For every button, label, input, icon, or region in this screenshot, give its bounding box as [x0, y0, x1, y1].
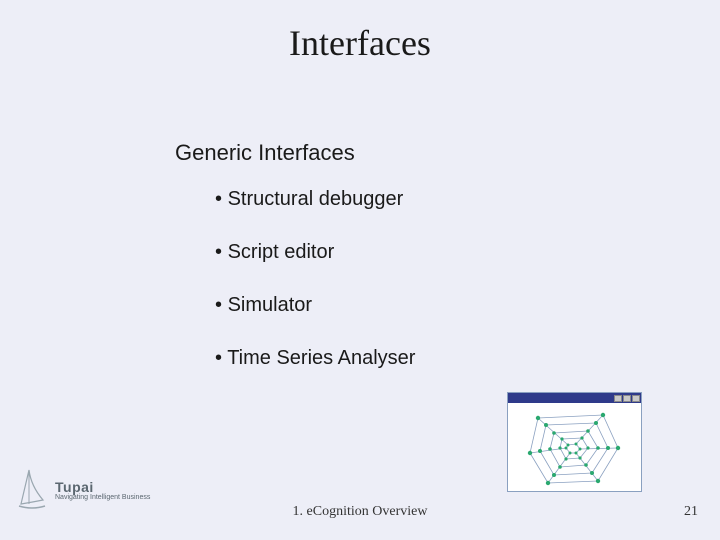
graph-icon [508, 403, 641, 491]
min-icon [614, 395, 622, 402]
bullet-list: Structural debugger Script editor Simula… [215, 188, 415, 400]
screenshot-thumbnail [507, 392, 642, 492]
thumbnail-titlebar [508, 393, 641, 403]
subtitle: Generic Interfaces [175, 140, 355, 166]
list-item: Simulator [215, 294, 415, 317]
slide-title: Interfaces [0, 22, 720, 64]
logo-tagline: Navigating Intelligent Business [55, 494, 150, 501]
logo-text: Tupai Navigating Intelligent Business [55, 480, 150, 501]
slide: Interfaces Generic Interfaces Structural… [0, 0, 720, 540]
max-icon [623, 395, 631, 402]
logo-brand: Tupai [55, 480, 150, 494]
list-item: Time Series Analyser [215, 347, 415, 370]
list-item: Script editor [215, 241, 415, 264]
close-icon [632, 395, 640, 402]
list-item: Structural debugger [215, 188, 415, 211]
footer-text: 1. eCognition Overview [0, 504, 720, 520]
page-number: 21 [684, 504, 698, 520]
